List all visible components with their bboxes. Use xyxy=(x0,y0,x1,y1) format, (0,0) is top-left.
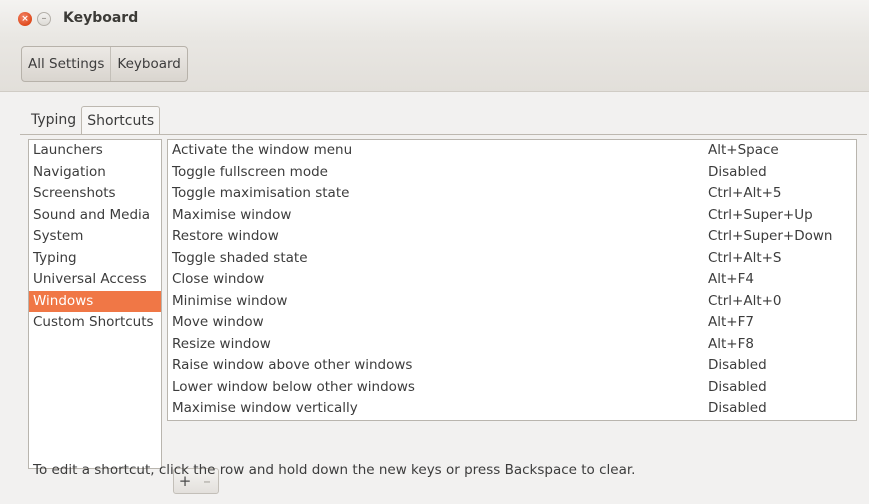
shortcut-name: Toggle fullscreen mode xyxy=(172,163,328,180)
shortcut-keys: Ctrl+Super+Up xyxy=(708,206,813,223)
shortcut-row[interactable]: Lower window below other windows Disable… xyxy=(168,377,856,399)
category-item-typing[interactable]: Typing xyxy=(29,248,161,270)
shortcut-name: Resize window xyxy=(172,335,271,352)
shortcut-keys: Disabled xyxy=(708,163,767,180)
shortcut-keys: Alt+F8 xyxy=(708,335,754,352)
hint-text: To edit a shortcut, click the row and ho… xyxy=(33,462,636,478)
minimize-icon[interactable]: – xyxy=(37,12,51,26)
shortcut-keys: Alt+F7 xyxy=(708,314,754,330)
shortcut-row[interactable]: Toggle shaded state Ctrl+Alt+S xyxy=(168,248,856,270)
category-item-launchers[interactable]: Launchers xyxy=(29,140,161,162)
shortcut-row[interactable]: Close window Alt+F4 xyxy=(168,269,856,291)
shortcut-keys: Alt+F4 xyxy=(708,271,754,287)
window-title: Keyboard xyxy=(63,10,139,26)
shortcut-name: Lower window below other windows xyxy=(172,378,415,395)
shortcut-list: Activate the window menu Alt+Space Toggl… xyxy=(167,139,857,421)
category-list: Launchers Navigation Screenshots Sound a… xyxy=(28,139,162,469)
shortcut-name: Toggle maximisation state xyxy=(172,185,350,201)
shortcut-row[interactable]: Activate the window menu Alt+Space xyxy=(168,140,856,162)
breadcrumb-all-settings[interactable]: All Settings xyxy=(22,47,110,81)
main-content: Typing Shortcuts Launchers Navigation Sc… xyxy=(0,92,869,504)
category-item-custom-shortcuts[interactable]: Custom Shortcuts xyxy=(29,312,161,334)
shortcut-name: Move window xyxy=(172,314,264,330)
shortcuts-panel: Launchers Navigation Screenshots Sound a… xyxy=(20,134,867,494)
toolbar: All Settings Keyboard xyxy=(0,38,869,92)
shortcut-name: Minimise window xyxy=(172,292,288,309)
shortcut-row[interactable]: Toggle maximisation state Ctrl+Alt+5 xyxy=(168,183,856,205)
breadcrumb: All Settings Keyboard xyxy=(21,46,188,82)
category-item-navigation[interactable]: Navigation xyxy=(29,162,161,184)
shortcut-keys: Alt+Space xyxy=(708,142,779,158)
shortcut-name: Restore window xyxy=(172,228,279,244)
shortcut-row[interactable]: Toggle fullscreen mode Disabled xyxy=(168,162,856,184)
category-item-system[interactable]: System xyxy=(29,226,161,248)
shortcut-keys: Disabled xyxy=(708,400,767,416)
shortcut-name: Maximise window xyxy=(172,206,292,223)
shortcut-row[interactable]: Maximise window vertically Disabled xyxy=(168,398,856,420)
shortcut-row[interactable]: Restore window Ctrl+Super+Down xyxy=(168,226,856,248)
shortcut-keys: Ctrl+Alt+S xyxy=(708,249,782,266)
shortcut-name: Raise window above other windows xyxy=(172,357,413,373)
shortcut-name: Maximise window vertically xyxy=(172,400,358,416)
shortcut-name: Activate the window menu xyxy=(172,142,353,158)
shortcut-name: Toggle shaded state xyxy=(172,249,308,266)
shortcut-keys: Ctrl+Alt+5 xyxy=(708,185,782,201)
shortcut-row[interactable]: Minimise window Ctrl+Alt+0 xyxy=(168,291,856,313)
shortcut-keys: Ctrl+Alt+0 xyxy=(708,292,782,309)
shortcut-row[interactable]: Raise window above other windows Disable… xyxy=(168,355,856,377)
shortcut-keys: Ctrl+Super+Down xyxy=(708,228,833,244)
shortcut-row[interactable]: Resize window Alt+F8 xyxy=(168,334,856,356)
shortcut-row[interactable]: Maximise window Ctrl+Super+Up xyxy=(168,205,856,227)
tab-typing[interactable]: Typing xyxy=(26,106,81,134)
category-item-universal-access[interactable]: Universal Access xyxy=(29,269,161,291)
breadcrumb-keyboard[interactable]: Keyboard xyxy=(110,47,186,81)
category-item-windows[interactable]: Windows xyxy=(29,290,161,312)
shortcut-keys: Disabled xyxy=(708,378,767,395)
shortcut-row[interactable]: Move window Alt+F7 xyxy=(168,312,856,334)
category-item-screenshots[interactable]: Screenshots xyxy=(29,183,161,205)
category-item-sound-and-media[interactable]: Sound and Media xyxy=(29,205,161,227)
title-bar: × – Keyboard xyxy=(0,0,869,38)
tab-shortcuts[interactable]: Shortcuts xyxy=(81,106,161,135)
close-icon[interactable]: × xyxy=(18,12,32,26)
shortcut-keys: Disabled xyxy=(708,357,767,373)
tab-bar: Typing Shortcuts xyxy=(26,106,161,135)
shortcut-name: Close window xyxy=(172,271,265,287)
